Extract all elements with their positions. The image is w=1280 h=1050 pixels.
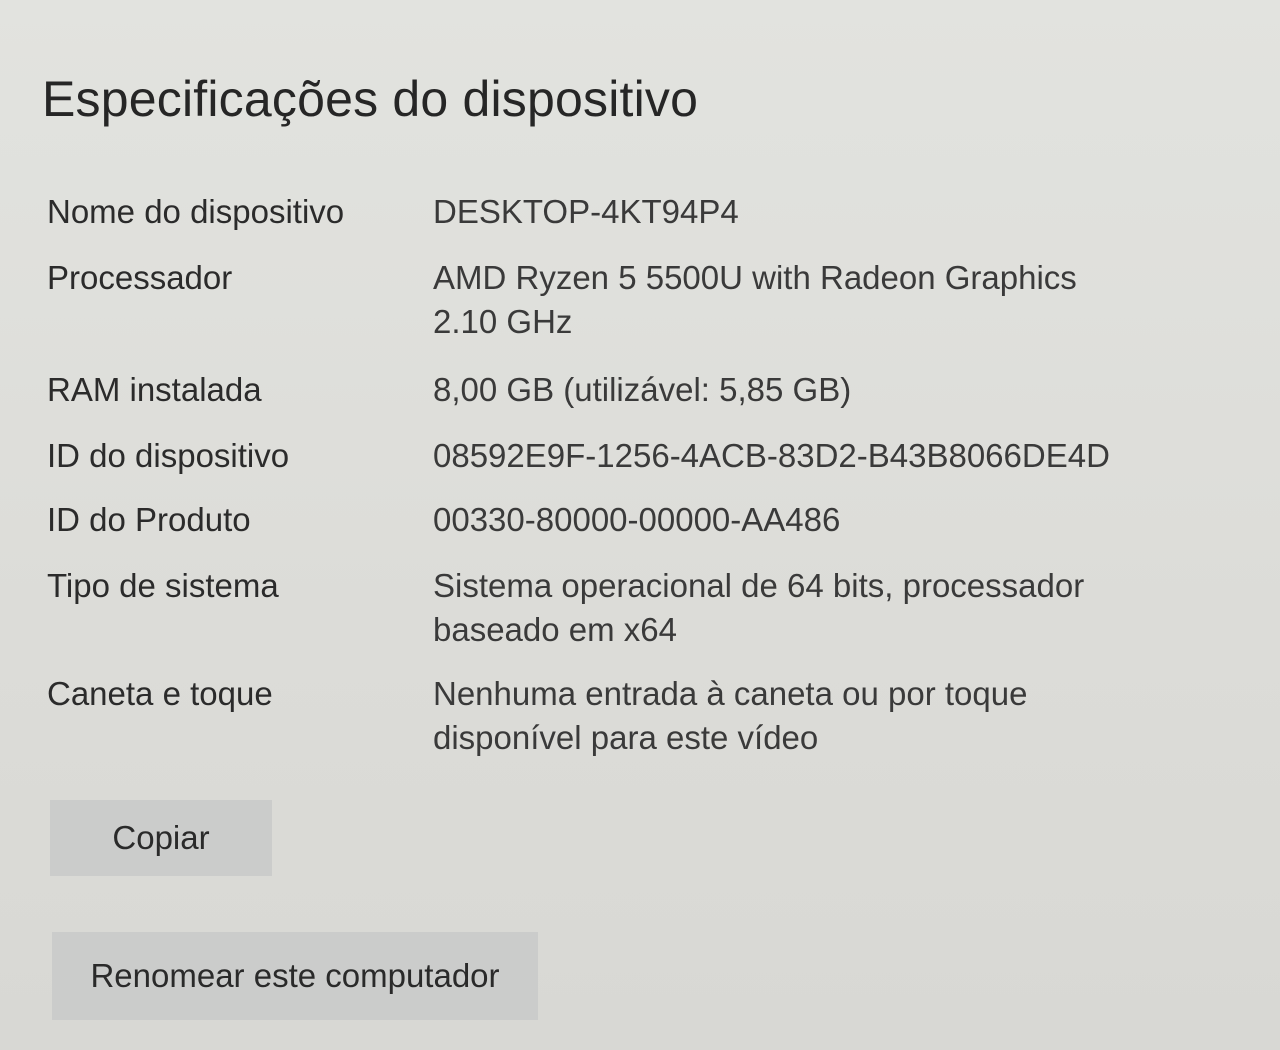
copy-button[interactable]: Copiar [50, 800, 272, 876]
spec-value-device-name: DESKTOP-4KT94P4 [433, 193, 739, 230]
spec-value-system-type: Sistema operacional de 64 bits, processa… [433, 567, 1085, 648]
spec-label-device-name: Nome do dispositivo [47, 193, 345, 230]
spec-label-pen-touch: Caneta e toque [47, 675, 273, 712]
spec-label-device-id: ID do dispositivo [47, 437, 290, 474]
spec-value-pen-touch: Nenhuma entrada à caneta ou por toque di… [433, 675, 1028, 756]
section-title: Especificações do dispositivo [42, 71, 699, 127]
spec-value-device-id: 08592E9F-1256-4ACB-83D2-B43B8066DE4D [433, 437, 1110, 474]
spec-value-ram: 8,00 GB (utilizável: 5,85 GB) [433, 371, 852, 408]
device-specifications-panel: Especificações do dispositivo Nome do di… [0, 0, 1280, 1050]
spec-label-processor: Processador [47, 259, 233, 296]
spec-label-product-id: ID do Produto [47, 501, 251, 538]
spec-value-product-id: 00330-80000-00000-AA486 [433, 501, 841, 538]
spec-label-system-type: Tipo de sistema [47, 567, 279, 604]
spec-label-ram: RAM instalada [47, 371, 262, 408]
spec-value-processor: AMD Ryzen 5 5500U with Radeon Graphics 2… [433, 259, 1077, 340]
rename-pc-button[interactable]: Renomear este computador [52, 932, 538, 1020]
